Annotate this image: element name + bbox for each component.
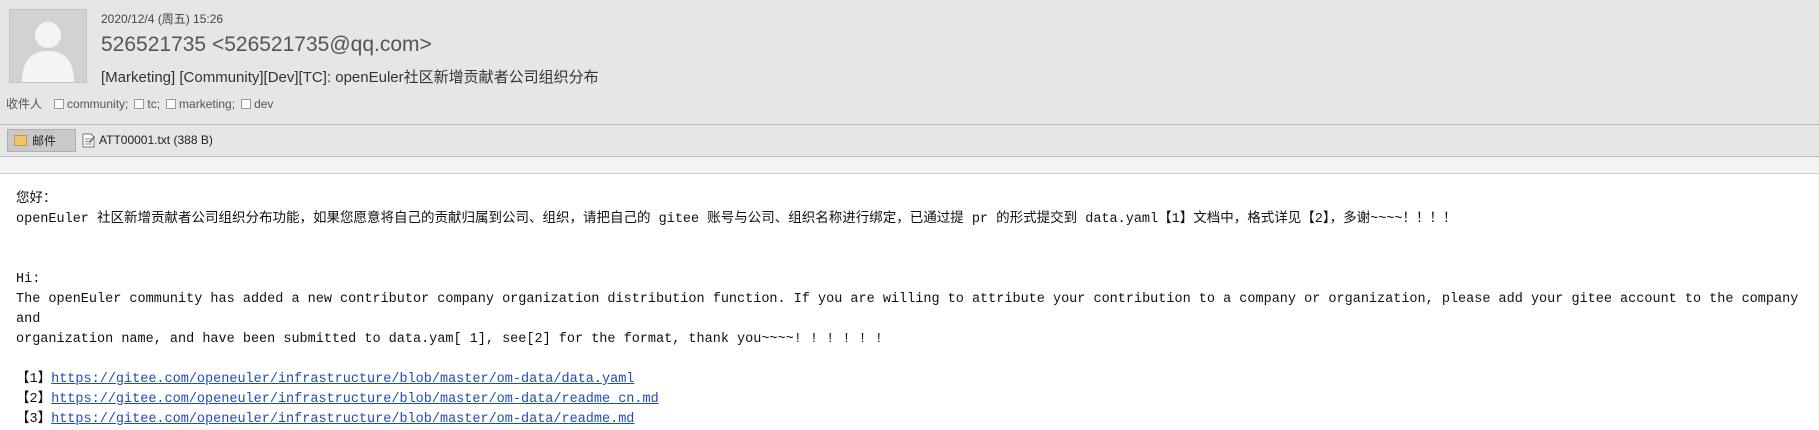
body-spacer — [0, 157, 1819, 173]
checkbox-icon — [241, 98, 252, 109]
checkbox-icon — [134, 98, 145, 109]
message-header: 2020/12/4 (周五) 15:26 526521735 <52652173… — [0, 0, 1819, 124]
email-body: 您好： openEuler 社区新增贡献者公司组织分布功能，如果您愿意将自己的贡… — [16, 190, 1811, 430]
envelope-icon — [14, 135, 27, 146]
sender-name[interactable]: 526521735 <526521735@qq.com> — [101, 33, 432, 57]
recipient-marketing[interactable]: marketing; — [166, 97, 235, 111]
reference-1: 【1】 https://gitee.com/openeuler/infrastr… — [16, 370, 1811, 390]
email-subject: [Marketing] [Community][Dev][TC]: openEu… — [101, 69, 599, 86]
checkbox-icon — [166, 98, 177, 109]
recipient-community[interactable]: community; — [54, 97, 128, 111]
reference-2: 【2】 https://gitee.com/openeuler/infrastr… — [16, 390, 1811, 410]
attachment-name: ATT00001.txt (388 B) — [99, 133, 213, 147]
sender-avatar[interactable] — [9, 9, 87, 83]
reference-link[interactable]: https://gitee.com/openeuler/infrastructu… — [51, 410, 634, 430]
recipient-label: dev — [254, 96, 274, 111]
reference-link[interactable]: https://gitee.com/openeuler/infrastructu… — [51, 370, 634, 390]
mail-tab-label: 邮件 — [32, 134, 57, 148]
reference-label: 【3】 — [16, 412, 52, 427]
sent-date: 2020/12/4 (周五) 15:26 — [101, 12, 224, 26]
checkbox-icon — [54, 98, 65, 109]
reference-link[interactable]: https://gitee.com/openeuler/infrastructu… — [51, 390, 659, 410]
paragraph-cn: openEuler 社区新增贡献者公司组织分布功能，如果您愿意将自己的贡献归属到… — [16, 212, 1457, 227]
to-label: 收件人 — [6, 97, 43, 111]
reference-label: 【1】 — [16, 372, 52, 387]
recipient-tc[interactable]: tc; — [134, 97, 160, 111]
divider — [0, 173, 1819, 174]
greeting-cn: 您好： — [16, 192, 57, 207]
recipient-label: tc; — [147, 96, 161, 111]
reference-label: 【2】 — [16, 392, 52, 407]
recipient-label: community; — [67, 96, 129, 111]
user-silhouette-icon — [22, 22, 74, 82]
paragraph-en-line-1: The openEuler community has added a new … — [16, 292, 1807, 327]
recipients-row: 收件人 community; tc; marketing; dev — [6, 95, 279, 112]
recipient-dev[interactable]: dev — [241, 97, 273, 111]
greeting-en: Hi: — [16, 272, 41, 287]
paragraph-en-line-2: organization name, and have been submitt… — [16, 332, 883, 347]
attachment-bar: 邮件 ATT00001.txt (388 B) — [0, 125, 1819, 156]
recipient-label: marketing; — [179, 96, 236, 111]
attachment-item[interactable]: ATT00001.txt (388 B) — [82, 130, 213, 150]
text-file-icon — [82, 133, 95, 147]
mail-tab[interactable]: 邮件 — [7, 129, 76, 152]
reference-3: 【3】 https://gitee.com/openeuler/infrastr… — [16, 410, 1811, 430]
